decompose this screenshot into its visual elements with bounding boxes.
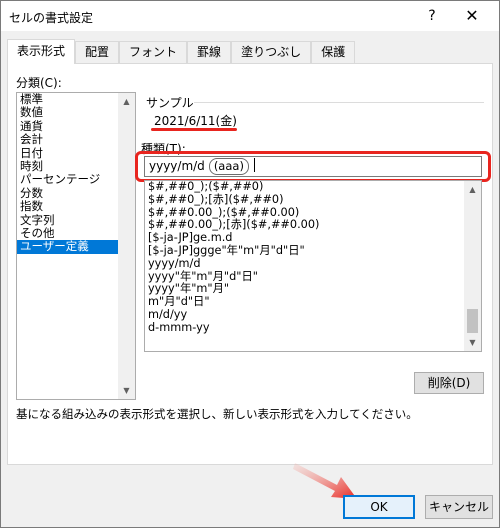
tab-fill[interactable]: 塗りつぶし	[231, 41, 312, 63]
category-item-general[interactable]: 標準	[17, 93, 120, 106]
format-item[interactable]: $#,##0_);($#,##0)	[145, 181, 465, 194]
scroll-up-icon[interactable]: ▲	[464, 181, 481, 198]
format-scrollbar[interactable]: ▲ ▼	[464, 181, 481, 351]
format-type-items: $#,##0_);($#,##0) $#,##0_);[赤]($#,##0) $…	[145, 181, 465, 335]
category-item-time[interactable]: 時刻	[17, 159, 120, 173]
tab-font[interactable]: フォント	[119, 41, 188, 63]
ok-button[interactable]: OK	[343, 495, 415, 519]
scroll-up-icon[interactable]: ▲	[118, 93, 135, 110]
category-item-custom[interactable]: ユーザー定義	[17, 239, 120, 254]
delete-button[interactable]: 削除(D)	[414, 372, 484, 394]
format-item[interactable]: d-mmm-yy	[145, 321, 465, 335]
annotation-underline	[151, 128, 237, 131]
help-description: 基になる組み込みの表示形式を選択し、新しい表示形式を入力してください。	[16, 407, 418, 421]
format-cells-dialog: セルの書式設定 ? ✕ 表示形式 配置 フォント 罫線 塗りつぶし 保護 分類(…	[0, 0, 500, 528]
sample-value: 2021/6/11(金)	[154, 114, 237, 128]
category-scrollbar[interactable]: ▲ ▼	[118, 93, 135, 399]
category-list[interactable]: 標準 数値 通貨 会計 日付 時刻 パーセンテージ 分数 指数 文字列 その他 …	[16, 92, 136, 400]
format-item[interactable]: m/d/yy	[145, 308, 465, 322]
format-item[interactable]: [$-ja-JP]ggge"年"m"月"d"日"	[145, 244, 465, 258]
close-button[interactable]: ✕	[455, 5, 489, 27]
category-item-special[interactable]: その他	[17, 226, 120, 240]
category-item-scientific[interactable]: 指数	[17, 199, 120, 213]
number-format-panel: 分類(C): 標準 数値 通貨 会計 日付 時刻 パーセンテージ 分数 指数 文…	[7, 63, 493, 465]
format-item[interactable]: m"月"d"日"	[145, 295, 465, 309]
tab-strip: 表示形式 配置 フォント 罫線 塗りつぶし 保護	[7, 39, 356, 64]
sample-divider	[194, 102, 484, 103]
category-item-number[interactable]: 数値	[17, 105, 120, 119]
dialog-title: セルの書式設定	[9, 11, 94, 25]
category-item-accounting[interactable]: 会計	[17, 132, 120, 146]
category-item-date[interactable]: 日付	[17, 146, 120, 160]
format-item[interactable]: yyyy/m/d	[145, 257, 465, 271]
scroll-down-icon[interactable]: ▼	[118, 382, 135, 399]
annotation-highlight-box	[135, 151, 491, 182]
category-item-currency[interactable]: 通貨	[17, 119, 120, 133]
tab-alignment[interactable]: 配置	[75, 41, 120, 63]
format-type-list[interactable]: $#,##0_);($#,##0) $#,##0_);[赤]($#,##0) $…	[144, 180, 482, 352]
scroll-thumb[interactable]	[467, 309, 478, 333]
tab-protection[interactable]: 保護	[311, 41, 356, 63]
cancel-button[interactable]: キャンセル	[425, 495, 493, 519]
tab-border[interactable]: 罫線	[187, 41, 232, 63]
category-items: 標準 数値 通貨 会計 日付 時刻 パーセンテージ 分数 指数 文字列 その他 …	[17, 93, 120, 254]
title-bar: セルの書式設定 ? ✕	[1, 1, 499, 31]
sample-label: サンプル	[146, 96, 194, 110]
format-item[interactable]: $#,##0_);[赤]($#,##0)	[145, 193, 465, 207]
category-label: 分類(C):	[16, 76, 62, 90]
scroll-down-icon[interactable]: ▼	[464, 334, 481, 351]
help-button[interactable]: ?	[421, 5, 443, 27]
category-item-fraction[interactable]: 分数	[17, 186, 120, 200]
category-item-percentage[interactable]: パーセンテージ	[17, 172, 120, 186]
category-item-text[interactable]: 文字列	[17, 213, 120, 227]
tab-number-format[interactable]: 表示形式	[7, 39, 76, 64]
